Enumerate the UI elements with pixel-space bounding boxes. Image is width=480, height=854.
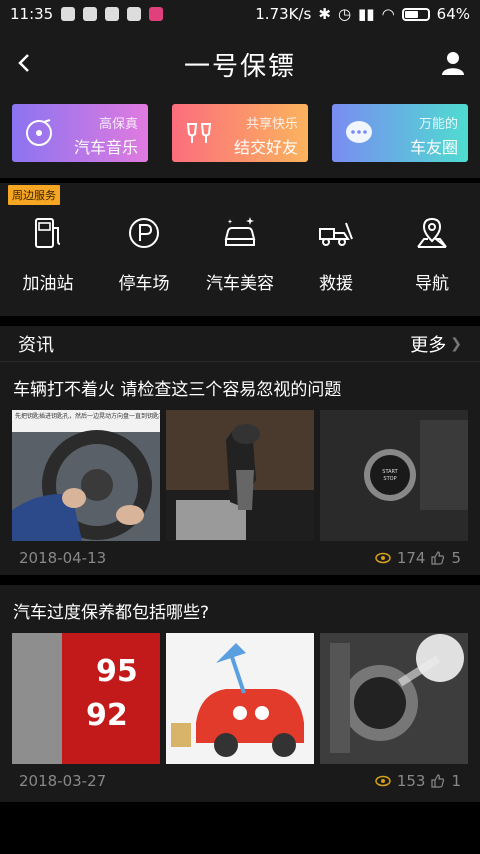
app-header: 一号保镖	[0, 28, 480, 100]
article-thumbnail: 先把钥匙插进钥匙孔，然后一边晃动方向盘一直到钥匙可以转动，方向盘锁就解开了。	[12, 410, 160, 541]
bluetooth-icon: ✱	[318, 5, 331, 23]
tow-truck-icon	[319, 222, 353, 246]
user-profile-icon[interactable]	[438, 48, 468, 78]
banner-subtitle: 高保真	[98, 117, 138, 132]
pump-label: 95	[96, 654, 138, 689]
thumbs-up-icon[interactable]	[431, 774, 445, 788]
news-section: 资讯 更多 ❯ 车辆打不着火 请检查这三个容易忽视的问题 先把钥匙插进钥匙孔，然…	[0, 326, 480, 802]
article-thumbnail	[320, 633, 468, 764]
status-time: 11:35	[10, 5, 54, 23]
view-count: 174	[396, 549, 426, 567]
banner-title: 结交好友	[233, 138, 298, 157]
service-label: 汽车美容	[206, 274, 274, 294]
more-label: 更多	[410, 334, 447, 356]
article-date: 2018-03-27	[19, 772, 107, 790]
feature-banners: 高保真 汽车音乐 共享快乐 结交好友 万能的 车友圈	[0, 100, 480, 178]
fuel-station-icon	[35, 218, 61, 248]
signal-icon: ▮▮	[358, 5, 375, 23]
status-bar: 11:35 1.73K/s ✱ ◷ ▮▮ ◠ 64%	[0, 0, 480, 28]
nearby-services: 周边服务 加油站 停车场 汽车美容 救援 导航	[0, 183, 480, 316]
battery-percent: 64%	[436, 5, 470, 23]
service-label: 加油站	[22, 274, 74, 294]
article-thumbnail	[166, 410, 314, 541]
article-title: 汽车过度保养都包括哪些?	[13, 603, 210, 623]
service-label: 救援	[319, 274, 353, 294]
article-date: 2018-04-13	[19, 549, 107, 567]
navigation-pin-icon	[417, 217, 447, 248]
parking-icon	[129, 218, 159, 248]
news-title: 资讯	[18, 334, 54, 356]
divider	[0, 575, 480, 585]
article-meta: 2018-03-27 153 1	[12, 764, 468, 798]
service-label: 导航	[415, 274, 449, 294]
news-header: 资讯 更多 ❯	[0, 326, 480, 362]
bottom-area	[0, 802, 480, 854]
app-notification-icon	[149, 7, 164, 21]
like-count: 5	[451, 549, 461, 567]
banner-car-music[interactable]: 高保真 汽车音乐	[12, 104, 148, 162]
alarm-icon: ◷	[337, 5, 352, 23]
view-count-icon	[375, 552, 391, 564]
cheers-glasses-icon	[186, 123, 212, 143]
banner-title: 车友圈	[409, 138, 458, 157]
service-parking[interactable]: 停车场	[96, 213, 192, 294]
article-thumbnail	[166, 633, 314, 764]
notification-icon	[83, 7, 98, 21]
article-thumbnail: START STOP	[320, 410, 468, 541]
wechat-icon	[105, 7, 120, 21]
notification-icon	[61, 7, 76, 21]
svg-text:STOP: STOP	[383, 476, 396, 482]
article-thumbnail: 95 92	[12, 633, 160, 764]
article-title: 车辆打不着火 请检查这三个容易忽视的问题	[13, 380, 342, 400]
article-meta: 2018-04-13 174 5	[12, 541, 468, 575]
chevron-right-icon: ❯	[450, 335, 462, 352]
wifi-icon: ◠	[381, 5, 395, 23]
like-count: 1	[451, 772, 461, 790]
service-label: 停车场	[118, 274, 170, 294]
banner-subtitle: 共享快乐	[245, 117, 298, 132]
view-count: 153	[396, 772, 426, 790]
service-navigation[interactable]: 导航	[384, 213, 480, 294]
wechat-icon	[127, 7, 142, 21]
banner-car-circle[interactable]: 万能的 车友圈	[332, 104, 468, 162]
pump-label: 92	[86, 698, 128, 733]
network-speed: 1.73K/s	[255, 5, 312, 23]
battery-icon	[401, 7, 430, 21]
banner-subtitle: 万能的	[418, 117, 458, 132]
banner-make-friends[interactable]: 共享快乐 结交好友	[172, 104, 308, 162]
banner-title: 汽车音乐	[73, 138, 138, 157]
chat-bubble-icon	[346, 121, 372, 143]
view-count-icon	[375, 775, 391, 787]
back-arrow-icon[interactable]	[10, 48, 40, 78]
page-title: 一号保镖	[183, 51, 296, 82]
car-wash-icon	[224, 217, 256, 246]
thumbs-up-icon[interactable]	[431, 551, 445, 565]
news-article[interactable]: 车辆打不着火 请检查这三个容易忽视的问题 先把钥匙插进钥匙孔，然后一边晃动方向盘…	[0, 362, 480, 585]
news-article[interactable]: 汽车过度保养都包括哪些? 95 92 2018-03-27 153 1	[0, 585, 480, 798]
service-car-wash[interactable]: 汽车美容	[192, 213, 288, 294]
svg-text:START: START	[382, 469, 398, 475]
music-cd-icon	[26, 119, 52, 146]
service-fuel-station[interactable]: 加油站	[0, 213, 96, 294]
section-tag: 周边服务	[8, 185, 60, 205]
thumbnail-caption: 先把钥匙插进钥匙孔，然后一边晃动方向盘一直到钥匙可以转动，方向盘锁就解开了。	[15, 412, 160, 420]
service-rescue[interactable]: 救援	[288, 213, 384, 294]
more-link[interactable]: 更多 ❯	[410, 331, 462, 357]
